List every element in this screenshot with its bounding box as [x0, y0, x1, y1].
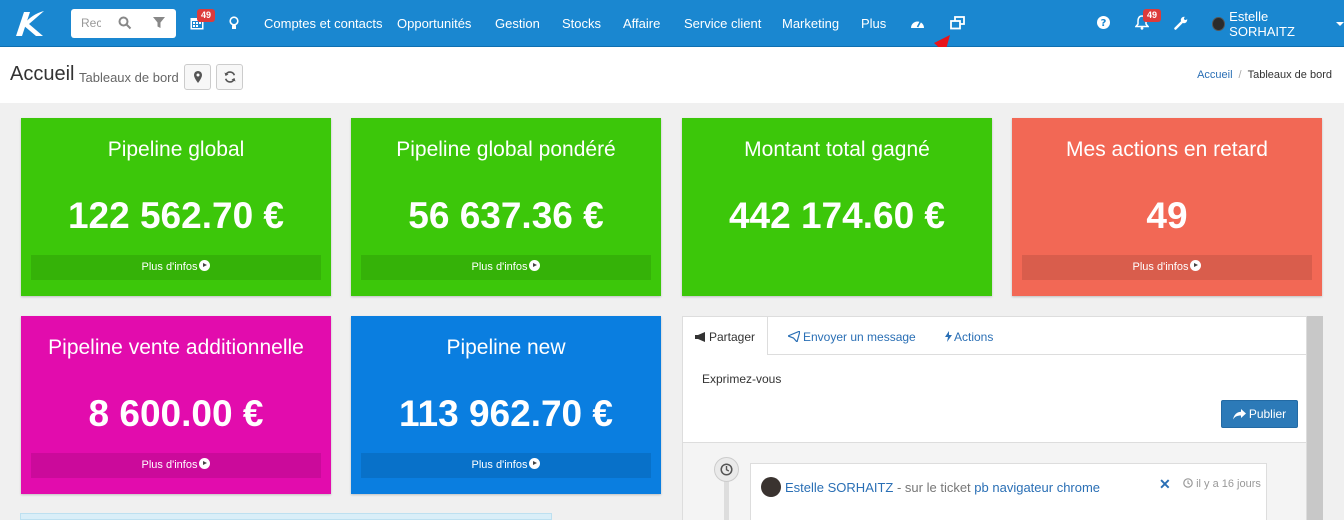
- clock-icon: [1183, 478, 1193, 488]
- kpi-title: Pipeline global pondéré: [396, 138, 616, 161]
- kpi-pipeline-vente-additionnelle: Pipeline vente additionnelle 8 600.00 € …: [21, 316, 331, 494]
- notifications-badge: 49: [1143, 9, 1162, 22]
- app-logo[interactable]: [10, 8, 46, 38]
- menu-affaire[interactable]: Affaire: [623, 16, 660, 31]
- page-subtitle: Tableaux de bord: [79, 70, 179, 85]
- page-title: Accueil: [10, 63, 75, 85]
- kpi-pipeline-global: Pipeline global 122 562.70 € Plus d'info…: [21, 118, 331, 296]
- share-icon: [1232, 408, 1246, 419]
- page-header: Accueil Tableaux de bord Accueil / Tableau…: [0, 47, 1344, 103]
- breadcrumb-current: Tableaux de bord: [1247, 69, 1332, 81]
- more-info-link[interactable]: Plus d'infos: [31, 453, 321, 478]
- lightbulb-icon[interactable]: [229, 16, 239, 30]
- feed-user-link[interactable]: Estelle SORHAITZ: [785, 480, 893, 495]
- menu-marketing[interactable]: Marketing: [782, 16, 839, 31]
- activity-feed: Estelle SORHAITZ - sur le ticket pb navi…: [683, 442, 1306, 520]
- feed-timestamp: il y a 16 jours: [1183, 478, 1261, 490]
- kpi-value: 49: [1146, 195, 1188, 236]
- clock-icon: [714, 457, 739, 482]
- menu-stocks[interactable]: Stocks: [562, 16, 601, 31]
- menu-plus[interactable]: Plus: [861, 16, 886, 31]
- top-navbar: Rechercher 49 Comptes et contacts Opport…: [0, 0, 1344, 47]
- chevron-down-icon: [1336, 22, 1344, 26]
- bolt-icon: [945, 331, 952, 342]
- post-input[interactable]: Exprimez-vous: [702, 372, 781, 386]
- kpi-title: Pipeline vente additionnelle: [48, 336, 304, 359]
- kpi-value: 122 562.70 €: [67, 195, 285, 236]
- search-icon[interactable]: [118, 16, 132, 30]
- dashboard-icon[interactable]: [910, 17, 925, 29]
- windows-restore-icon[interactable]: [950, 16, 965, 30]
- more-info-link[interactable]: Plus d'infos: [1022, 255, 1312, 280]
- avatar: [761, 477, 781, 497]
- user-avatar: [1212, 17, 1226, 31]
- calendar-badge: 49: [197, 9, 216, 22]
- kpi-value: 8 600.00 €: [88, 393, 264, 434]
- kpi-value: 442 174.60 €: [728, 195, 946, 236]
- breadcrumb-home-link[interactable]: Accueil: [1197, 69, 1232, 81]
- publish-button[interactable]: Publier: [1221, 400, 1298, 428]
- arrow-circle-right-icon: [1190, 260, 1202, 271]
- help-icon[interactable]: ?: [1097, 16, 1110, 29]
- kpi-title: Mes actions en retard: [1066, 138, 1268, 161]
- tab-actions[interactable]: Actions: [945, 330, 993, 344]
- social-tabs: Partager Envoyer un message Actions: [683, 317, 1306, 355]
- svg-text:?: ?: [1101, 18, 1107, 29]
- menu-service-client[interactable]: Service client: [684, 16, 761, 31]
- kpi-pipeline-global-pondere: Pipeline global pondéré 56 637.36 € Plus…: [351, 118, 661, 296]
- arrow-circle-right-icon: [199, 458, 211, 469]
- user-menu[interactable]: Estelle SORHAITZ: [1212, 9, 1344, 39]
- bullhorn-icon: [695, 332, 705, 342]
- kpi-title: Pipeline new: [446, 336, 566, 359]
- kpi-title: Pipeline global: [107, 138, 245, 161]
- kpi-montant-total-gagne: Montant total gagné 442 174.60 €: [682, 118, 992, 296]
- arrow-circle-right-icon: [199, 260, 211, 271]
- more-info-link[interactable]: Plus d'infos: [31, 255, 321, 280]
- close-icon[interactable]: ✕: [1159, 476, 1171, 493]
- tab-envoyer-message[interactable]: Envoyer un message: [786, 329, 916, 344]
- filter-icon[interactable]: [153, 17, 165, 29]
- user-name: Estelle SORHAITZ: [1229, 9, 1295, 39]
- kpi-pipeline-new: Pipeline new 113 962.70 € Plus d'infos: [351, 316, 661, 494]
- more-info-link[interactable]: Plus d'infos: [361, 255, 651, 280]
- more-info-link[interactable]: Plus d'infos: [361, 453, 651, 478]
- map-marker-icon: [193, 71, 202, 83]
- scrollbar[interactable]: [1307, 316, 1323, 520]
- pin-button[interactable]: [184, 64, 211, 90]
- feed-item: Estelle SORHAITZ - sur le ticket pb navi…: [750, 463, 1267, 520]
- breadcrumb: Accueil / Tableaux de bord: [1197, 69, 1332, 81]
- kpi-value: 113 962.70 €: [399, 393, 613, 434]
- kpi-title: Montant total gagné: [744, 138, 930, 161]
- menu-gestion[interactable]: Gestion: [495, 16, 540, 31]
- info-box: [20, 513, 552, 520]
- arrow-circle-right-icon: [529, 458, 541, 469]
- kpi-value: 56 637.36 €: [408, 195, 604, 236]
- social-panel: Partager Envoyer un message Actions Expr…: [682, 316, 1307, 520]
- feed-ticket-link[interactable]: pb navigateur chrome: [974, 480, 1100, 495]
- refresh-icon: [224, 71, 235, 83]
- menu-comptes-contacts[interactable]: Comptes et contacts: [264, 16, 383, 31]
- search-input[interactable]: Rechercher: [81, 16, 101, 30]
- tab-partager[interactable]: Partager: [683, 317, 769, 355]
- kpi-actions-en-retard: Mes actions en retard 49 Plus d'infos: [1012, 118, 1322, 296]
- feed-item-text: Estelle SORHAITZ - sur le ticket pb navi…: [785, 480, 1101, 495]
- refresh-button[interactable]: [216, 64, 243, 90]
- arrow-circle-right-icon: [529, 260, 541, 271]
- wrench-icon[interactable]: [1174, 16, 1188, 30]
- menu-opportunites[interactable]: Opportunités: [397, 16, 471, 31]
- search-box[interactable]: Rechercher: [71, 9, 176, 38]
- paper-plane-icon: [786, 329, 801, 344]
